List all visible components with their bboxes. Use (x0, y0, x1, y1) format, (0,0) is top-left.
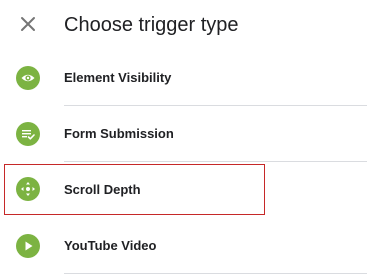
form-submit-icon (16, 122, 40, 146)
trigger-item-label: Element Visibility (64, 70, 172, 85)
trigger-item-label: Form Submission (64, 126, 174, 141)
play-icon (16, 234, 40, 258)
divider (64, 273, 367, 274)
trigger-item-label: Scroll Depth (64, 182, 141, 197)
divider (64, 161, 367, 162)
trigger-item-form-submission[interactable]: Form Submission (0, 106, 367, 162)
trigger-item-youtube-video[interactable]: YouTube Video (0, 218, 367, 274)
close-icon (21, 17, 35, 31)
trigger-type-panel: Choose trigger type Element Visibility F… (0, 0, 367, 277)
trigger-item-scroll-depth[interactable]: Scroll Depth (4, 164, 265, 215)
panel-header: Choose trigger type (0, 0, 367, 50)
eye-icon (16, 66, 40, 90)
trigger-item-label: YouTube Video (64, 238, 157, 253)
scroll-move-icon (16, 177, 40, 201)
page-title: Choose trigger type (64, 14, 239, 36)
close-button[interactable] (16, 12, 40, 36)
trigger-item-element-visibility[interactable]: Element Visibility (0, 50, 367, 106)
